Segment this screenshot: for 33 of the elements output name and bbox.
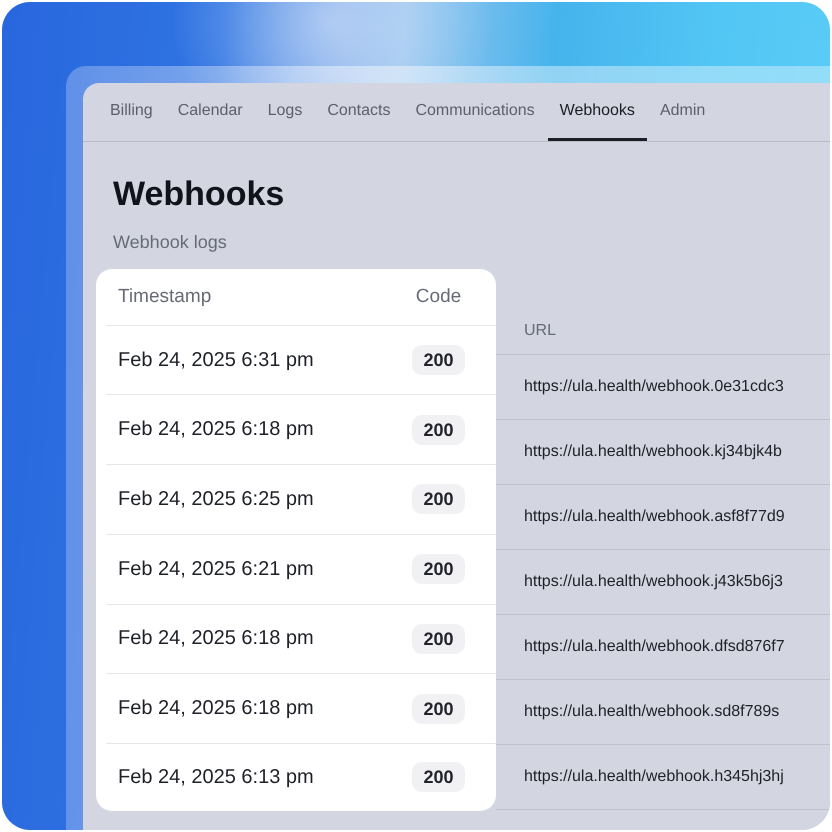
status-code-badge: 200 [412,414,465,445]
tab[interactable]: Calendar [166,83,255,141]
status-code-badge: 200 [412,694,465,724]
timestamp-text: Feb 24, 2025 6:25 pm [118,488,315,511]
status-code-badge: 200 [412,762,465,792]
page-subtitle: Webhook logs [113,231,227,253]
tab[interactable]: Communications [403,83,547,141]
timestamp-text: Feb 24, 2025 6:18 pm [118,697,315,720]
webhook-url: https://ula.health/webhook.j43k5b6j3 [524,573,783,591]
webhook-url: https://ula.health/webhook.dfsd876f7 [524,638,785,656]
tab[interactable]: Webhooks [548,83,647,141]
timestamp-text: Feb 24, 2025 6:13 pm [118,766,315,789]
status-code-badge: 200 [412,345,465,376]
status-code-badge: 200 [412,554,465,584]
tab[interactable]: Billing [98,83,165,141]
webhook-url: https://ula.health/webhook.0e31cdc3 [524,378,784,396]
page-title: Webhooks [113,174,284,214]
column-header: Code [414,286,462,308]
timestamp-text: Feb 24, 2025 6:21 pm [118,558,315,581]
webhook-url: https://ula.health/webhook.asf8f77d9 [524,508,785,526]
tab[interactable]: Admin [648,83,718,141]
webhook-url: https://ula.health/webhook.kj34bjk4b [524,443,782,461]
timestamp-text: Feb 24, 2025 6:18 pm [118,418,315,442]
column-header: Timestamp [118,286,212,308]
timestamp-text: Feb 24, 2025 6:31 pm [118,348,315,372]
webhook-url: https://ula.health/webhook.sd8f789s [524,703,780,721]
status-code-badge: 200 [412,624,465,654]
timestamp-text: Feb 24, 2025 6:18 pm [118,627,315,650]
tab[interactable]: Logs [256,83,314,141]
webhook-url: https://ula.health/webhook.h345hj3hj [524,768,784,786]
status-code-badge: 200 [412,484,465,514]
tab[interactable]: Contacts [315,83,402,141]
column-header: URL [524,322,556,340]
